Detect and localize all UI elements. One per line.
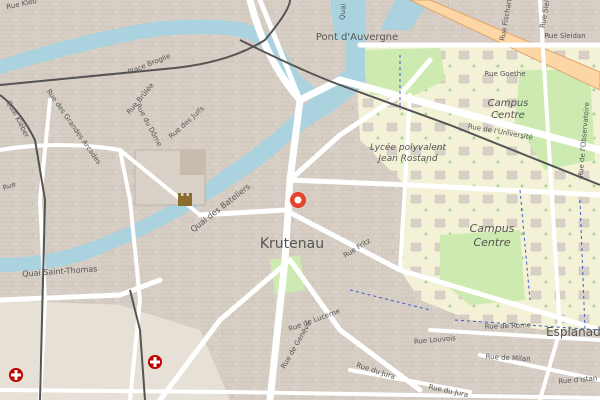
street-rue-de-rome: Rue de Rome (485, 321, 532, 331)
street-pont-auvergne: Pont d'Auvergne (316, 32, 398, 43)
street-rue-sleidan-2: Rue Sleidan (544, 32, 585, 40)
campus-label-north-1: Campus (488, 98, 529, 109)
street-quai-top: Quai (338, 3, 347, 20)
hospital-icon[interactable] (9, 368, 23, 382)
map-canvas[interactable]: Krutenau Campus Centre Campus Centre Lyc… (0, 0, 600, 400)
location-marker-icon[interactable] (290, 192, 306, 208)
esplanade-label: Esplanad (546, 325, 600, 339)
map-view[interactable]: Krutenau Campus Centre Campus Centre Lyc… (0, 0, 600, 400)
street-rue-goethe: Rue Goethe (484, 70, 525, 78)
lycee-label-1: Lycée polyvalent (370, 142, 447, 153)
campus-label-centre-2: Centre (473, 236, 510, 249)
hospital-icon[interactable] (148, 355, 162, 369)
castle-icon[interactable] (178, 193, 192, 206)
district-label: Krutenau (260, 236, 324, 252)
lycee-label-2: Jean Rostand (376, 154, 437, 164)
campus-label-north-2: Centre (491, 110, 525, 121)
campus-label-centre-1: Campus (470, 222, 515, 235)
cathedral (180, 150, 205, 175)
